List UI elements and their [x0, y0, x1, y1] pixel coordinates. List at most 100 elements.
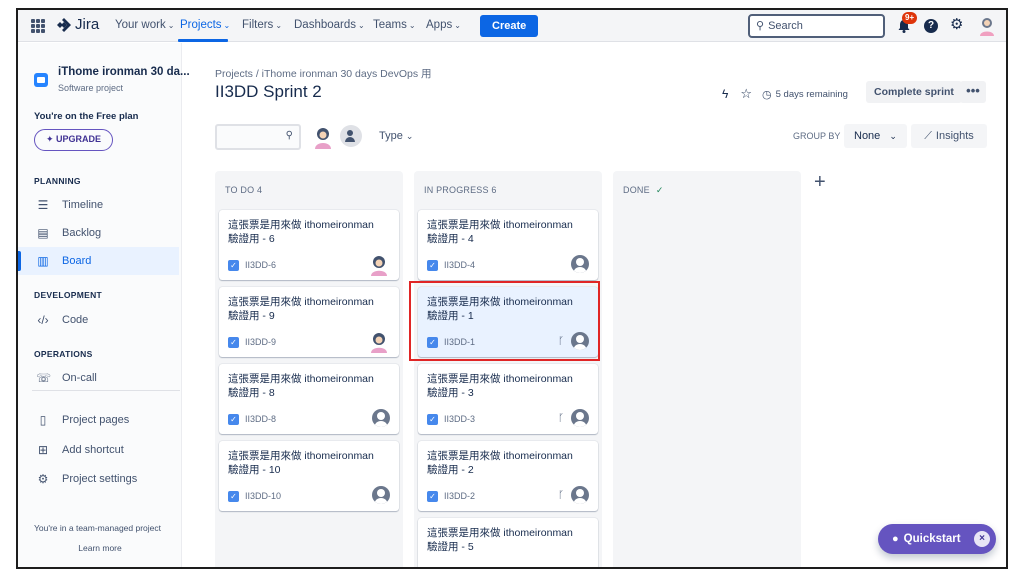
sidebar-item-label: Project pages: [62, 414, 130, 426]
board-search-input[interactable]: ⚲: [215, 124, 301, 150]
quickstart-button[interactable]: ● Quickstart ×: [878, 524, 996, 554]
add-people-icon[interactable]: [340, 125, 362, 147]
project-type: Software project: [58, 83, 124, 93]
learn-more-link[interactable]: Learn more: [18, 543, 182, 553]
sidebar-item-timeline[interactable]: ☰ Timeline: [18, 191, 179, 219]
days-remaining: 5 days remaining: [775, 88, 848, 100]
insights-label: Insights: [935, 130, 974, 142]
issue-card[interactable]: 這張票是用來做 ithomeironman 驗證用 - 8 ✓ II3DD-8: [219, 364, 399, 434]
complete-sprint-button[interactable]: Complete sprint: [866, 81, 962, 103]
global-search-input[interactable]: ⚲ Search: [748, 14, 885, 38]
check-icon: ✓: [655, 185, 664, 195]
assignee-avatar[interactable]: [369, 331, 389, 353]
task-type-icon: ✓: [427, 414, 438, 425]
board-column-in-progress: IN PROGRESS 6 這張票是用來做 ithomeironman 驗證用 …: [414, 171, 602, 567]
nav-dashboards[interactable]: Dashboards ⌄: [294, 19, 365, 31]
sidebar-item-add-shortcut[interactable]: ⊞ Add shortcut: [18, 436, 179, 464]
sidebar-item-label: Project settings: [62, 473, 138, 485]
task-type-icon: ✓: [228, 337, 239, 348]
close-icon[interactable]: ×: [974, 531, 990, 547]
sidebar-item-project-settings[interactable]: ⚙ Project settings: [18, 465, 179, 493]
project-sidebar: iThome ironman 30 da... Software project…: [18, 43, 190, 567]
chevron-down-icon: ⌄: [454, 21, 461, 30]
issue-title: 這張票是用來做 ithomeironman 驗證用 - 3: [427, 373, 573, 399]
page-icon: ▯: [39, 413, 47, 427]
issue-key: II3DD-3: [444, 414, 476, 424]
issue-key: II3DD-6: [245, 260, 277, 270]
issue-title: 這張票是用來做 ithomeironman 驗證用 - 9: [228, 296, 374, 322]
unassigned-avatar-icon[interactable]: [571, 409, 589, 427]
more-actions-button[interactable]: •••: [960, 81, 986, 103]
group-by-label: GROUP BY: [793, 131, 841, 141]
issue-card[interactable]: 這張票是用來做 ithomeironman 驗證用 - 2 ✓ II3DD-2 …: [418, 441, 598, 511]
search-icon: ⚲: [285, 130, 293, 141]
chevron-down-icon: ⌄: [889, 131, 897, 141]
task-type-icon: ✓: [427, 260, 438, 271]
unassigned-avatar-icon[interactable]: [571, 255, 589, 273]
settings-gear-icon[interactable]: ⚙: [950, 17, 963, 33]
star-icon[interactable]: ☆: [740, 86, 752, 102]
search-icon: ⚲: [756, 20, 765, 32]
issue-card[interactable]: 這張票是用來做 ithomeironman 驗證用 - 5: [418, 518, 598, 567]
upgrade-button[interactable]: ✦ UPGRADE: [34, 129, 113, 151]
lightbulb-icon: ●: [892, 533, 899, 545]
add-column-icon[interactable]: +: [814, 172, 826, 192]
project-name[interactable]: iThome ironman 30 da...: [58, 66, 190, 78]
column-header-label: DONE: [623, 185, 650, 195]
nav-apps-label: Apps: [426, 19, 453, 31]
page-title: II3DD Sprint 2: [215, 82, 322, 101]
nav-projects-label: Projects: [180, 19, 222, 31]
group-by-select[interactable]: None ⌄: [844, 124, 907, 148]
gear-icon: ⚙: [37, 472, 49, 486]
sidebar-item-backlog[interactable]: ▤ Backlog: [18, 219, 179, 247]
nav-active-indicator: [178, 39, 228, 42]
profile-avatar[interactable]: [978, 16, 996, 36]
sidebar-item-label: Backlog: [62, 227, 102, 239]
create-button[interactable]: Create: [480, 15, 539, 37]
issue-title: 這張票是用來做 ithomeironman 驗證用 - 4: [427, 219, 573, 245]
sidebar-item-label: Board: [62, 255, 92, 267]
type-filter-dropdown[interactable]: Type ⌄: [379, 130, 413, 142]
active-indicator: [18, 251, 21, 271]
issue-card[interactable]: 這張票是用來做 ithomeironman 驗證用 - 4 ✓ II3DD-4: [418, 210, 598, 280]
assignee-avatar[interactable]: [369, 254, 389, 276]
nav-apps[interactable]: Apps ⌄: [426, 19, 461, 31]
unassigned-avatar-icon[interactable]: [372, 486, 390, 504]
app-switcher-icon[interactable]: [31, 19, 45, 33]
chevron-down-icon: ⌄: [405, 131, 414, 141]
issue-card[interactable]: 這張票是用來做 ithomeironman 驗證用 - 9 ✓ II3DD-9: [219, 287, 399, 357]
task-type-icon: ✓: [228, 491, 239, 502]
help-icon[interactable]: ?: [924, 19, 938, 33]
sidebar-item-board[interactable]: ▥ Board: [18, 247, 179, 275]
nav-projects[interactable]: Projects ⌄: [180, 19, 230, 31]
issue-card[interactable]: 這張票是用來做 ithomeironman 驗證用 - 3 ✓ II3DD-3 …: [418, 364, 598, 434]
sidebar-item-oncall[interactable]: ☏ On-call: [18, 364, 179, 392]
highlight-annotation: [409, 281, 600, 361]
lightning-icon[interactable]: ϟ: [722, 87, 728, 101]
breadcrumb[interactable]: Projects / iThome ironman 30 days DevOps…: [215, 66, 432, 81]
nav-dashboards-label: Dashboards: [294, 19, 357, 31]
column-header: DONE ✓: [623, 185, 664, 196]
issue-card[interactable]: 這張票是用來做 ithomeironman 驗證用 - 10 ✓ II3DD-1…: [219, 441, 399, 511]
chevron-down-icon: ⌄: [358, 21, 365, 30]
sidebar-item-label: On-call: [62, 372, 97, 384]
unassigned-avatar-icon[interactable]: [372, 409, 390, 427]
nav-filters[interactable]: Filters ⌄: [242, 19, 282, 31]
insights-button[interactable]: ⟋ Insights: [911, 124, 987, 148]
nav-your-work[interactable]: Your work ⌄: [115, 19, 174, 31]
jira-logo[interactable]: Jira: [56, 16, 99, 33]
sidebar-item-project-pages[interactable]: ▯ Project pages: [18, 406, 179, 434]
code-icon: ‹/›: [37, 313, 49, 327]
sidebar-item-label: Code: [62, 314, 89, 326]
nav-teams[interactable]: Teams ⌄: [373, 19, 416, 31]
project-icon: [34, 73, 48, 87]
planning-heading: PLANNING: [34, 176, 81, 186]
add-shortcut-icon: ⊞: [37, 443, 49, 457]
quickstart-label: Quickstart: [903, 533, 961, 545]
sidebar-divider: [32, 390, 180, 391]
assignee-filter-avatar[interactable]: [312, 125, 334, 149]
type-filter-label: Type: [379, 130, 403, 142]
unassigned-avatar-icon[interactable]: [571, 486, 589, 504]
issue-card[interactable]: 這張票是用來做 ithomeironman 驗證用 - 6 ✓ II3DD-6: [219, 210, 399, 280]
sidebar-item-code[interactable]: ‹/› Code: [18, 306, 179, 334]
